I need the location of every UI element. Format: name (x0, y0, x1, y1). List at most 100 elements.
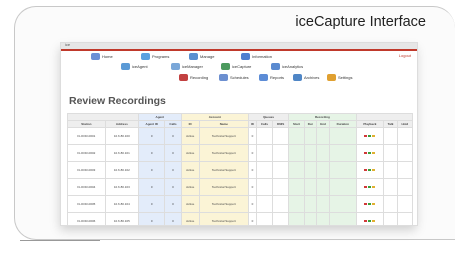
table-cell (272, 161, 290, 179)
nav-item-label: Home (102, 54, 113, 59)
nav-item-iceagent[interactable]: iceAgent (121, 63, 148, 70)
note-icon[interactable] (372, 152, 376, 154)
play-icon[interactable] (368, 152, 372, 154)
table-cell: Technical Support (198, 178, 249, 196)
nav-item-home[interactable]: Home (91, 53, 113, 60)
column-header[interactable]: Station (67, 120, 106, 128)
nav-item-information[interactable]: Information (241, 53, 272, 60)
note-icon[interactable] (372, 135, 376, 137)
table-cell (396, 144, 414, 162)
column-header[interactable]: Hold (396, 120, 414, 128)
nav-item-archives[interactable]: Archives (293, 74, 319, 81)
column-header[interactable]: Duration (329, 120, 357, 128)
bottom-rule (20, 240, 100, 241)
table-cell (355, 127, 385, 145)
table-cell: Active (180, 161, 200, 179)
nav-item-label: iceCapture (232, 64, 252, 69)
table-cell (355, 212, 385, 225)
play-icon[interactable] (368, 135, 372, 137)
column-header[interactable]: Playback (355, 120, 385, 128)
nav-item-schedules[interactable]: Schedules (219, 74, 249, 81)
record-icon[interactable] (364, 203, 368, 205)
nav-item-iceanalytics[interactable]: iceAnalytics (271, 63, 303, 70)
column-header[interactable]: Dur (303, 120, 317, 128)
record-icon[interactable] (364, 135, 368, 137)
column-header[interactable]: Calls (164, 120, 182, 128)
table-cell: 0 (164, 161, 182, 179)
record-icon[interactable] (364, 220, 368, 222)
table-row[interactable]: FLOOR-0004 10.6.80.163 0 0 Active Technical S… (67, 178, 414, 196)
table-cell (383, 161, 398, 179)
column-header[interactable]: Name (198, 120, 249, 128)
table-cell (329, 127, 357, 145)
note-icon[interactable] (372, 186, 376, 188)
slide-title: iceCapture Interface (295, 14, 426, 30)
table-cell (315, 127, 331, 145)
play-icon[interactable] (368, 169, 372, 171)
column-header[interactable]: Calls (255, 120, 274, 128)
table-cell: FLOOR-0004 (67, 178, 106, 196)
table-cell: 10.6.80.164 (104, 195, 140, 213)
table-cell: Technical Support (198, 212, 249, 225)
play-icon[interactable] (368, 203, 372, 205)
table-cell (329, 144, 357, 162)
note-icon[interactable] (372, 220, 376, 222)
column-header[interactable]: End (315, 120, 331, 128)
table-cell: FLOOR-0005 (67, 195, 106, 213)
column-header[interactable]: Agent ID (138, 120, 166, 128)
nav-item-label: Settings (338, 75, 353, 80)
play-icon[interactable] (368, 186, 372, 188)
table-cell (288, 195, 305, 213)
table-row[interactable]: FLOOR-0006 10.6.80.165 0 0 Active Technical S… (67, 212, 414, 225)
record-icon[interactable] (364, 169, 368, 171)
table-cell (255, 178, 274, 196)
table-row[interactable]: FLOOR-0005 10.6.80.164 0 0 Active Technical S… (67, 195, 414, 213)
table-cell: 0 (164, 212, 182, 225)
table-cell (303, 195, 317, 213)
column-header[interactable]: DNIS (272, 120, 290, 128)
note-icon[interactable] (372, 203, 376, 205)
record-icon[interactable] (364, 152, 368, 154)
table-cell: 0 (138, 212, 166, 225)
table-cell (272, 195, 290, 213)
logout-link[interactable]: Logout (399, 53, 411, 58)
column-header[interactable]: Address (104, 120, 140, 128)
column-header[interactable]: ID (180, 120, 200, 128)
nav-item-icecapture[interactable]: iceCapture (221, 63, 251, 70)
table-row[interactable]: FLOOR-0002 10.6.80.161 0 0 Active Technical S… (67, 144, 414, 162)
table-cell (315, 178, 331, 196)
column-header[interactable]: ID (247, 120, 257, 128)
table-cell: Technical Support (198, 195, 249, 213)
group-header: Agent (138, 113, 182, 121)
nav-item-programs[interactable]: Programs (141, 53, 169, 60)
nav-item-icemanager[interactable]: iceManager (171, 63, 203, 70)
nav-item-label: Programs (152, 54, 170, 59)
table-cell (288, 127, 305, 145)
recordings-table: Agent Account Queues Recording Station Addres… (66, 113, 414, 225)
table-cell (329, 161, 357, 179)
record-icon[interactable] (364, 186, 368, 188)
table-cell (303, 144, 317, 162)
table-cell: Technical Support (198, 144, 249, 162)
nav-item-label: Recording (190, 75, 209, 80)
reports-icon (259, 74, 268, 81)
table-cell: Technical Support (198, 161, 249, 179)
table-cell (355, 161, 385, 179)
programs-icon (141, 53, 150, 60)
table-cell (383, 178, 398, 196)
play-icon[interactable] (368, 220, 372, 222)
table-cell: Active (180, 127, 200, 145)
table-cell: 0 (247, 144, 257, 162)
column-header[interactable]: Talk (383, 120, 398, 128)
nav-item-settings[interactable]: Settings (327, 74, 352, 81)
group-header: Recording (288, 113, 357, 121)
column-header[interactable]: Start (288, 120, 305, 128)
note-icon[interactable] (372, 169, 376, 171)
table-cell (288, 161, 305, 179)
table-row[interactable]: FLOOR-0003 10.6.80.162 0 0 Active Technical S… (67, 161, 414, 179)
nav-item-reports[interactable]: Reports (259, 74, 284, 81)
nav-item-manage[interactable]: Manage (189, 53, 214, 60)
nav-item-recording[interactable]: Recording (179, 74, 208, 81)
table-cell (255, 212, 274, 225)
table-row[interactable]: FLOOR-0001 10.6.80.160 0 0 Active Technical S… (67, 127, 414, 145)
